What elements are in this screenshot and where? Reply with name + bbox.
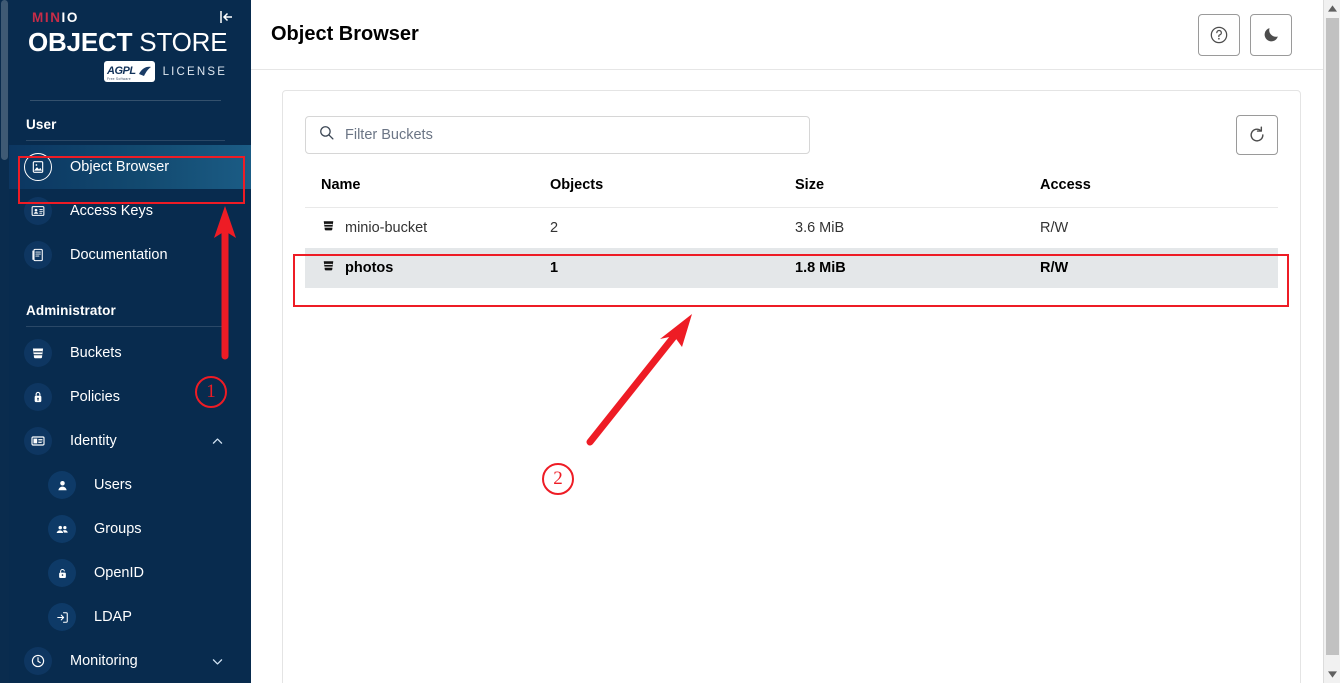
sidebar-section-label-user: User <box>26 117 57 133</box>
sidebar-section-label-administrator: Administrator <box>26 303 116 319</box>
cell-objects: 1 <box>550 247 795 288</box>
table-row[interactable]: photos 1 1.8 MiB R/W <box>305 247 1278 288</box>
sidebar-item-object-browser[interactable]: Object Browser <box>0 145 251 190</box>
collapse-sidebar-icon[interactable] <box>215 6 237 28</box>
toolbar <box>305 115 1278 155</box>
agpl-badge-subtext: Free Software <box>107 77 131 81</box>
cell-access: R/W <box>1040 247 1278 288</box>
ldap-icon <box>48 603 76 632</box>
access-keys-icon <box>24 197 52 226</box>
sidebar-item-label: Object Browser <box>70 159 170 176</box>
filter-buckets-searchbox[interactable] <box>305 116 810 154</box>
brand-title-bold: OBJECT <box>28 27 133 57</box>
cell-name: minio-bucket <box>305 208 550 248</box>
license-row: AGPL Free Software LICENSE <box>0 61 251 83</box>
sidebar-item-openid[interactable]: OpenID <box>0 551 251 595</box>
chevron-down-icon[interactable] <box>209 653 225 669</box>
search-icon <box>318 124 335 146</box>
column-header-objects[interactable]: Objects <box>550 177 795 208</box>
topbar-actions <box>1198 13 1292 56</box>
brand-io-text: IO <box>61 10 79 25</box>
bucket-icon <box>321 258 336 277</box>
cell-access: R/W <box>1040 219 1069 236</box>
page-title: Object Browser <box>271 23 419 45</box>
sidebar-item-label: Users <box>94 477 132 494</box>
users-icon <box>48 471 76 500</box>
identity-icon <box>24 427 52 456</box>
content-area: Name Objects Size Access minio-bucket 2 3.… <box>251 70 1340 683</box>
cell-objects: 2 <box>550 219 559 236</box>
agpl-badge-text: AGPL <box>107 65 136 77</box>
agpl-wing-icon <box>138 66 151 77</box>
sidebar-section-divider <box>26 140 225 142</box>
buckets-table-body: minio-bucket 2 3.6 MiB R/W photos 1 1.8 MiB R/W <box>305 208 1278 288</box>
sidebar-scrollbar-thumb[interactable] <box>1 0 8 160</box>
sidebar-item-access-keys[interactable]: Access Keys <box>0 189 251 233</box>
scroll-down-arrow-icon[interactable] <box>1324 666 1340 683</box>
sidebar-nav: User Object Browser Access Keys Documentati… <box>0 101 251 683</box>
sidebar-item-policies[interactable]: Policies <box>0 375 251 419</box>
sidebar-item-label: Documentation <box>70 247 168 264</box>
bucket-name-label: minio-bucket <box>345 219 428 236</box>
search-input[interactable] <box>345 127 797 143</box>
object-browser-icon <box>24 153 52 182</box>
table-row[interactable]: minio-bucket 2 3.6 MiB R/W <box>305 208 1278 248</box>
topbar: Object Browser <box>251 0 1340 70</box>
sidebar-item-users[interactable]: Users <box>0 463 251 507</box>
sidebar-item-groups[interactable]: Groups <box>0 507 251 551</box>
agpl-badge: AGPL Free Software <box>104 61 155 83</box>
sidebar-section-divider <box>26 326 225 328</box>
license-label: LICENSE <box>162 65 228 78</box>
sidebar-item-documentation[interactable]: Documentation <box>0 233 251 277</box>
cell-name: photos <box>305 247 550 288</box>
bucket-name-label: photos <box>345 259 394 276</box>
column-header-size[interactable]: Size <box>795 177 1040 208</box>
sidebar-item-label: Policies <box>70 389 120 406</box>
refresh-button[interactable] <box>1236 115 1278 155</box>
sidebar-item-ldap[interactable]: LDAP <box>0 595 251 639</box>
documentation-icon <box>24 241 52 270</box>
sidebar-item-label: LDAP <box>94 609 132 626</box>
dark-mode-moon-icon[interactable] <box>1250 13 1292 56</box>
sidebar-item-monitoring[interactable]: Monitoring <box>0 639 251 683</box>
scrollbar-thumb[interactable] <box>1326 18 1339 655</box>
help-circle-icon[interactable] <box>1198 13 1240 56</box>
vertical-scrollbar[interactable] <box>1323 0 1340 683</box>
column-header-name[interactable]: Name <box>305 177 550 208</box>
buckets-table: Name Objects Size Access minio-bucket 2 3.… <box>305 177 1278 288</box>
sidebar-scrollbar[interactable] <box>0 0 9 683</box>
brand-minio-text: MIN <box>32 10 62 25</box>
cell-size: 1.8 MiB <box>795 247 1040 288</box>
sidebar: MINIO OBJECT STORE AGPL Free Software LI… <box>0 0 251 683</box>
brand-block: MINIO OBJECT STORE AGPL Free Software LI… <box>0 0 251 102</box>
brand-title: OBJECT STORE <box>0 27 251 57</box>
minio-console-window: MINIO OBJECT STORE AGPL Free Software LI… <box>0 0 1340 683</box>
policies-icon <box>24 383 52 412</box>
table-header-row: Name Objects Size Access <box>305 177 1278 208</box>
chevron-up-icon[interactable] <box>209 433 225 449</box>
sidebar-item-buckets[interactable]: Buckets <box>0 331 251 375</box>
sidebar-item-label: Identity <box>70 433 117 450</box>
bucket-icon <box>24 339 52 368</box>
main-area: Object Browser Filter Buckets Name Objec… <box>251 0 1340 683</box>
sidebar-item-label: Access Keys <box>70 203 153 220</box>
buckets-card: Name Objects Size Access minio-bucket 2 3.… <box>282 90 1301 683</box>
openid-icon <box>48 559 76 588</box>
sidebar-item-label: Buckets <box>70 345 122 362</box>
sidebar-item-label: Monitoring <box>70 653 138 670</box>
monitoring-icon <box>24 647 52 676</box>
buckets-table-head: Name Objects Size Access <box>305 177 1278 208</box>
cell-size: 3.6 MiB <box>795 219 845 236</box>
groups-icon <box>48 515 76 544</box>
bucket-icon <box>321 218 336 237</box>
brand-divider <box>30 100 221 102</box>
column-header-access[interactable]: Access <box>1040 177 1278 208</box>
sidebar-item-identity[interactable]: Identity <box>0 419 251 463</box>
scroll-up-arrow-icon[interactable] <box>1324 0 1340 17</box>
brand-minio-logo: MINIO <box>0 10 251 26</box>
brand-title-light: STORE <box>139 27 228 57</box>
sidebar-item-label: Groups <box>94 521 142 538</box>
sidebar-item-label: OpenID <box>94 565 144 582</box>
